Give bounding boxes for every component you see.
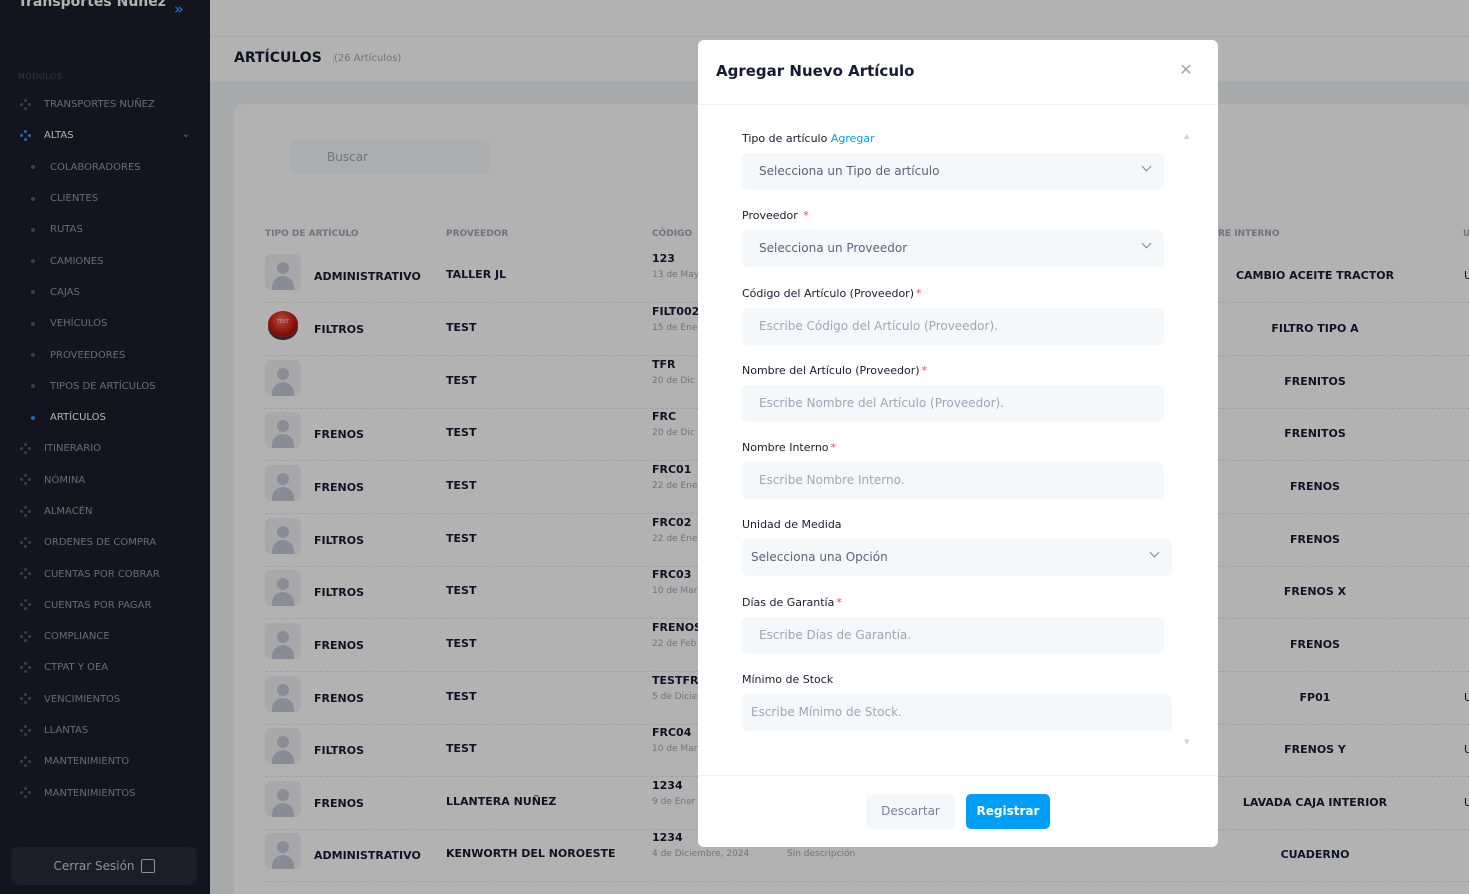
chevron-down-icon [1141,238,1152,249]
modal-header: Agregar Nuevo Artículo ✕ [698,40,1218,105]
proveedor-select[interactable]: Selecciona un Proveedor [742,230,1164,267]
label-proveedor: Proveedor * [742,209,809,222]
scroll-up-icon[interactable]: ▲ [1184,132,1190,140]
label-tipo-articulo: Tipo de artículo Agregar [742,132,875,145]
codigo-input[interactable]: Escribe Código del Artículo (Proveedor). [742,308,1164,345]
tipo-articulo-select[interactable]: Selecciona un Tipo de artículo [742,153,1164,190]
label-codigo: Código del Artículo (Proveedor) * [742,287,922,300]
nombre-articulo-input[interactable]: Escribe Nombre del Artículo (Proveedor). [742,385,1164,422]
label-nombre-interno: Nombre Interno * [742,441,837,454]
close-icon[interactable]: ✕ [1178,62,1194,78]
label-minimo-stock: Mínimo de Stock [742,673,834,686]
scroll-down-icon[interactable]: ▼ [1184,738,1190,746]
submit-button[interactable]: Registrar [966,794,1050,829]
label-dias-garantia: Días de Garantía * [742,596,842,609]
modal-title: Agregar Nuevo Artículo [716,62,915,80]
label-unidad-medida: Unidad de Medida [742,518,842,531]
modal-footer: Descartar Registrar [698,775,1218,847]
unidad-medida-select[interactable]: Selecciona una Opción [742,539,1172,576]
dias-garantia-input[interactable]: Escribe Días de Garantía. [742,617,1164,654]
add-type-link[interactable]: Agregar [831,132,875,145]
chevron-down-icon [1141,161,1152,172]
nombre-interno-input[interactable]: Escribe Nombre Interno. [742,462,1164,499]
minimo-stock-input[interactable]: Escribe Mínimo de Stock. [742,694,1172,731]
label-nombre-articulo: Nombre del Artículo (Proveedor) * [742,364,928,377]
add-article-modal: Agregar Nuevo Artículo ✕ ▲ Tipo de artíc… [698,40,1218,847]
discard-button[interactable]: Descartar [866,794,955,829]
chevron-down-icon [1149,547,1160,558]
